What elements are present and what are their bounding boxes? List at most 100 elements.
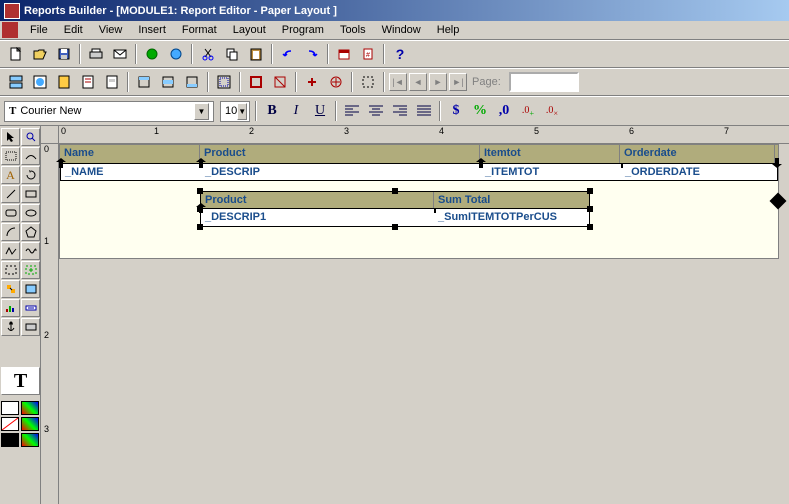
web-button[interactable] [165, 43, 187, 65]
open-button[interactable] [29, 43, 51, 65]
paperdesign-button[interactable] [77, 71, 99, 93]
freehand-tool[interactable] [21, 242, 40, 260]
fill-pattern-swatch[interactable] [21, 401, 39, 415]
trailer-section-button[interactable] [181, 71, 203, 93]
select-parent-button[interactable] [357, 71, 379, 93]
field-tool[interactable] [21, 299, 40, 317]
datamodel-button[interactable] [5, 71, 27, 93]
print-button[interactable] [85, 43, 107, 65]
line-color-swatch[interactable] [1, 433, 19, 447]
menu-window[interactable]: Window [374, 22, 429, 38]
menu-insert[interactable]: Insert [130, 22, 174, 38]
insert-page-button[interactable]: # [357, 43, 379, 65]
frame-select-tool[interactable] [1, 147, 20, 165]
polyline-tool[interactable] [1, 242, 20, 260]
first-page-button[interactable]: |◄ [389, 73, 407, 91]
subheader-sumtotal[interactable]: Sum Total [434, 192, 589, 208]
repeating-frame-tool[interactable] [21, 261, 40, 279]
selection-handle[interactable] [587, 188, 593, 194]
menu-program[interactable]: Program [274, 22, 332, 38]
header-itemtot[interactable]: Itemtot [480, 145, 620, 163]
subheader-product[interactable]: Product [201, 192, 434, 208]
undo-button[interactable] [277, 43, 299, 65]
report-block-tool[interactable] [21, 280, 40, 298]
last-page-button[interactable]: ►| [449, 73, 467, 91]
graph-tool[interactable] [1, 299, 20, 317]
font-size-combo[interactable]: 10 ▼ [220, 101, 250, 122]
currency-button[interactable]: $ [445, 100, 467, 122]
weblayout-button[interactable] [29, 71, 51, 93]
underline-button[interactable]: U [309, 100, 331, 122]
frame-tool[interactable] [1, 261, 20, 279]
line-tool[interactable] [1, 185, 20, 203]
paperparams-button[interactable] [101, 71, 123, 93]
field-sumitemtot[interactable]: _SumITEMTOTPerCUS [434, 209, 589, 226]
magnify-tool[interactable] [21, 128, 40, 146]
main-section-button[interactable] [157, 71, 179, 93]
italic-button[interactable]: I [285, 100, 307, 122]
paste-button[interactable] [245, 43, 267, 65]
align-left-button[interactable] [341, 100, 363, 122]
confine-off-button[interactable] [269, 71, 291, 93]
menu-tools[interactable]: Tools [332, 22, 374, 38]
selection-handle[interactable] [197, 188, 203, 194]
commas-button[interactable]: ,0 [493, 100, 515, 122]
text-color-tool[interactable]: T [1, 367, 40, 395]
next-page-button[interactable]: ► [429, 73, 447, 91]
arc-tool[interactable] [1, 223, 20, 241]
canvas[interactable]: 0 1 2 3 4 5 6 7 0 1 2 3 Name Product Ite… [41, 126, 789, 504]
no-fill-swatch[interactable] [1, 417, 19, 431]
polygon-tool[interactable] [21, 223, 40, 241]
anchor-tool[interactable] [1, 318, 20, 336]
reshape-tool[interactable] [21, 147, 40, 165]
menu-view[interactable]: View [91, 22, 131, 38]
add-decimal-button[interactable]: .0+ [517, 100, 539, 122]
column-header-row[interactable]: Name Product Itemtot Orderdate [60, 145, 778, 163]
text-tool[interactable]: A [1, 166, 20, 184]
mail-button[interactable] [109, 43, 131, 65]
margin-button[interactable] [213, 71, 235, 93]
menu-help[interactable]: Help [429, 22, 468, 38]
selection-handle[interactable] [587, 206, 593, 212]
help-button[interactable]: ? [389, 43, 411, 65]
paperlayout-button[interactable] [53, 71, 75, 93]
text-pattern-swatch[interactable] [21, 433, 39, 447]
select-tool[interactable] [1, 128, 20, 146]
new-button[interactable] [5, 43, 27, 65]
menu-layout[interactable]: Layout [225, 22, 274, 38]
header-product[interactable]: Product [200, 145, 480, 163]
field-descrip1[interactable]: _DESCRIP1 [201, 209, 434, 226]
header-section-button[interactable] [133, 71, 155, 93]
run-button[interactable] [141, 43, 163, 65]
percent-button[interactable]: % [469, 100, 491, 122]
remove-decimal-button[interactable]: .0× [541, 100, 563, 122]
data-field-row[interactable]: _NAME _DESCRIP _ITEMTOT _ORDERDATE [60, 163, 778, 181]
chevron-down-icon[interactable]: ▼ [237, 103, 247, 120]
header-orderdate[interactable]: Orderdate [620, 145, 775, 163]
menu-file[interactable]: File [22, 22, 56, 38]
font-name-combo[interactable]: T Courier New ▼ [4, 101, 214, 122]
flex-off-button[interactable] [325, 71, 347, 93]
link-file-tool[interactable] [1, 280, 20, 298]
ellipse-tool[interactable] [21, 204, 40, 222]
align-center-button[interactable] [365, 100, 387, 122]
rectangle-tool[interactable] [21, 185, 40, 203]
field-name[interactable]: _NAME [61, 164, 201, 180]
insert-date-button[interactable] [333, 43, 355, 65]
align-right-button[interactable] [389, 100, 411, 122]
rounded-rect-tool[interactable] [1, 204, 20, 222]
redo-button[interactable] [301, 43, 323, 65]
bold-button[interactable]: B [261, 100, 283, 122]
selection-handle[interactable] [197, 224, 203, 230]
selection-handle[interactable] [587, 224, 593, 230]
rotate-tool[interactable] [21, 166, 40, 184]
line-pattern-swatch[interactable] [21, 417, 39, 431]
header-name[interactable]: Name [60, 145, 200, 163]
menu-format[interactable]: Format [174, 22, 225, 38]
align-justify-button[interactable] [413, 100, 435, 122]
flex-handle[interactable] [770, 193, 787, 210]
menu-edit[interactable]: Edit [56, 22, 91, 38]
copy-button[interactable] [221, 43, 243, 65]
selection-handle[interactable] [392, 224, 398, 230]
selection-handle[interactable] [392, 188, 398, 194]
